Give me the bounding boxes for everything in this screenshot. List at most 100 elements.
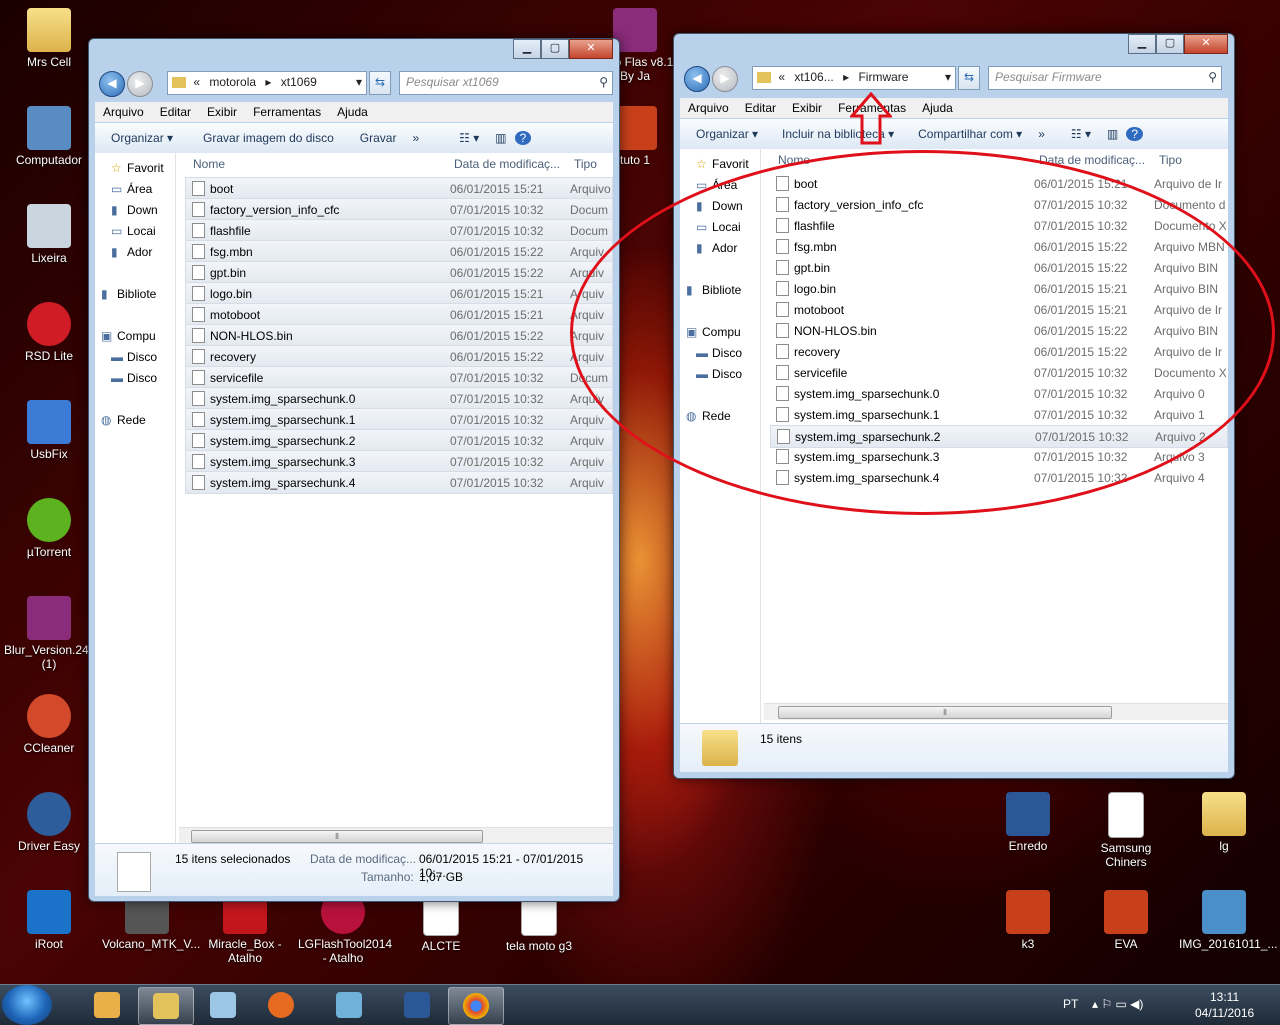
address-bar[interactable]: « xt106... ▸ Firmware ▾	[752, 66, 956, 90]
col-name[interactable]: Nome	[193, 157, 225, 171]
menu-exibir[interactable]: Exibir	[784, 101, 830, 115]
breadcrumb-overflow[interactable]: «	[778, 70, 785, 84]
col-type[interactable]: Tipo	[1159, 153, 1182, 167]
file-row[interactable]: boot 06/01/2015 15:21 Arquivo	[185, 177, 613, 200]
desktop-icon[interactable]: EVA	[1081, 890, 1171, 951]
file-row[interactable]: logo.bin 06/01/2015 15:21 Arquiv	[185, 282, 613, 305]
taskbar-word[interactable]	[390, 987, 444, 1023]
desktop-icon[interactable]: RSD Lite	[4, 302, 94, 363]
desktop-icon[interactable]: k3	[983, 890, 1073, 951]
menu-ajuda[interactable]: Ajuda	[329, 105, 376, 119]
start-button[interactable]	[2, 985, 52, 1025]
burn-disc-image-button[interactable]: Gravar imagem do disco	[195, 131, 342, 145]
more-commands-button[interactable]: »	[404, 131, 427, 145]
taskbar-chrome[interactable]	[448, 987, 504, 1025]
close-button[interactable]: ✕	[569, 39, 613, 59]
nav-item[interactable]: Down	[127, 203, 158, 217]
nav-item[interactable]: Ador	[127, 245, 152, 259]
file-row[interactable]: system.img_sparsechunk.4 07/01/2015 10:32…	[185, 471, 613, 494]
desktop-icon[interactable]: lg	[1179, 792, 1269, 853]
chevron-down-icon[interactable]: ▾	[945, 67, 951, 88]
search-input[interactable]: Pesquisar Firmware ⚲	[988, 66, 1222, 90]
help-icon[interactable]: ?	[1126, 127, 1144, 141]
explorer-window-xt1069[interactable]: ▁ ▢ ✕ ◀ ▶ « motorola ▸ xt1069 ▾ ⇆ Pesqui…	[88, 38, 620, 902]
nav-item[interactable]: Disco	[127, 350, 157, 364]
file-row[interactable]: factory_version_info_cfc 07/01/2015 10:32…	[185, 198, 613, 221]
minimize-button[interactable]: ▁	[513, 39, 541, 59]
col-type[interactable]: Tipo	[574, 157, 597, 171]
menu-arquivo[interactable]: Arquivo	[680, 101, 737, 115]
chevron-down-icon[interactable]: ▾	[356, 72, 362, 93]
language-indicator[interactable]: PT	[1063, 997, 1078, 1011]
nav-item[interactable]: Disco	[127, 371, 157, 385]
clock-time[interactable]: 13:11	[1210, 990, 1239, 1004]
desktop-icon[interactable]: CCleaner	[4, 694, 94, 755]
breadcrumb-xt106[interactable]: xt106...	[794, 70, 833, 84]
desktop-icon[interactable]: Computador	[4, 106, 94, 167]
address-bar[interactable]: « motorola ▸ xt1069 ▾	[167, 71, 367, 95]
menu-arquivo[interactable]: Arquivo	[95, 105, 152, 119]
refresh-icon[interactable]: ⇆	[958, 66, 980, 90]
menu-editar[interactable]: Editar	[152, 105, 199, 119]
desktop-icon[interactable]: Driver Easy	[4, 792, 94, 853]
organize-button[interactable]: Organizar ▾	[688, 127, 766, 141]
forward-icon[interactable]: ▶	[712, 66, 738, 92]
nav-item[interactable]: Locai	[127, 224, 156, 238]
nav-item[interactable]: Área	[127, 182, 152, 196]
menu-ferramentas[interactable]: Ferramentas	[245, 105, 329, 119]
breadcrumb-sep[interactable]: ▸	[843, 70, 849, 84]
maximize-button[interactable]: ▢	[1156, 34, 1184, 54]
breadcrumb-overflow[interactable]: «	[193, 75, 200, 89]
menu-exibir[interactable]: Exibir	[199, 105, 245, 119]
minimize-button[interactable]: ▁	[1128, 34, 1156, 54]
desktop-icon[interactable]: µTorrent	[4, 498, 94, 559]
maximize-button[interactable]: ▢	[541, 39, 569, 59]
menu-editar[interactable]: Editar	[737, 101, 784, 115]
search-icon[interactable]: ⚲	[599, 72, 608, 93]
navigation-pane[interactable]: ☆ Favorit ▭ Área ▮ Down ▭ Locai ▮ Ador ▮ Bibliote ▣ C…	[95, 153, 176, 843]
file-row[interactable]: motoboot 06/01/2015 15:21 Arquiv	[185, 303, 613, 326]
horizontal-scrollbar[interactable]: ⦀	[764, 703, 1228, 720]
file-row[interactable]: NON-HLOS.bin 06/01/2015 15:22 Arquiv	[185, 324, 613, 347]
view-options-icon[interactable]: ☷ ▾	[451, 131, 487, 145]
file-row[interactable]: system.img_sparsechunk.1 07/01/2015 10:32…	[185, 408, 613, 431]
help-icon[interactable]: ?	[514, 131, 532, 145]
nav-item[interactable]: Rede	[117, 413, 146, 427]
desktop-icon[interactable]: Enredo	[983, 792, 1073, 853]
nav-item[interactable]: Favorit	[127, 161, 164, 175]
share-with-button[interactable]: Compartilhar com ▾	[910, 127, 1030, 141]
col-date[interactable]: Data de modificaç...	[454, 157, 560, 171]
title-bar[interactable]: ▁ ▢ ✕	[674, 34, 1234, 64]
preview-pane-icon[interactable]: ▥	[1099, 127, 1126, 141]
breadcrumb-sep[interactable]: ▸	[265, 75, 271, 89]
breadcrumb-xt1069[interactable]: xt1069	[281, 75, 317, 89]
file-row[interactable]: recovery 06/01/2015 15:22 Arquiv	[185, 345, 613, 368]
nav-item[interactable]: Bibliote	[117, 287, 156, 301]
preview-pane-icon[interactable]: ▥	[487, 131, 514, 145]
horizontal-scrollbar[interactable]: ⦀	[179, 827, 613, 844]
menu-ajuda[interactable]: Ajuda	[914, 101, 961, 115]
more-commands-button[interactable]: »	[1030, 127, 1053, 141]
tray-icons[interactable]: ▴ ⚐ ▭ ◀)	[1092, 997, 1143, 1011]
desktop-icon[interactable]: UsbFix	[4, 400, 94, 461]
scroll-thumb[interactable]: ⦀	[778, 706, 1112, 719]
file-row[interactable]: system.img_sparsechunk.0 07/01/2015 10:32…	[185, 387, 613, 410]
file-row[interactable]: system.img_sparsechunk.3 07/01/2015 10:32…	[185, 450, 613, 473]
refresh-icon[interactable]: ⇆	[369, 71, 391, 95]
search-icon[interactable]: ⚲	[1208, 67, 1217, 88]
view-options-icon[interactable]: ☷ ▾	[1063, 127, 1099, 141]
desktop-icon[interactable]: Mrs Cell	[4, 8, 94, 69]
breadcrumb-motorola[interactable]: motorola	[209, 75, 256, 89]
nav-item[interactable]: Favorit	[712, 157, 749, 171]
clock-date[interactable]: 04/11/2016	[1195, 1006, 1254, 1020]
file-row[interactable]: flashfile 07/01/2015 10:32 Docum	[185, 219, 613, 242]
desktop-icon[interactable]: Blur_Version.24...(1)	[4, 596, 99, 671]
nav-item[interactable]: Compu	[117, 329, 156, 343]
title-bar[interactable]: ▁ ▢ ✕	[89, 39, 619, 69]
burn-button[interactable]: Gravar	[352, 131, 405, 145]
file-row[interactable]: gpt.bin 06/01/2015 15:22 Arquiv	[185, 261, 613, 284]
close-button[interactable]: ✕	[1184, 34, 1228, 54]
organize-button[interactable]: Organizar ▾	[103, 131, 181, 145]
scroll-thumb[interactable]: ⦀	[191, 830, 483, 843]
file-row[interactable]: servicefile 07/01/2015 10:32 Docum	[185, 366, 613, 389]
